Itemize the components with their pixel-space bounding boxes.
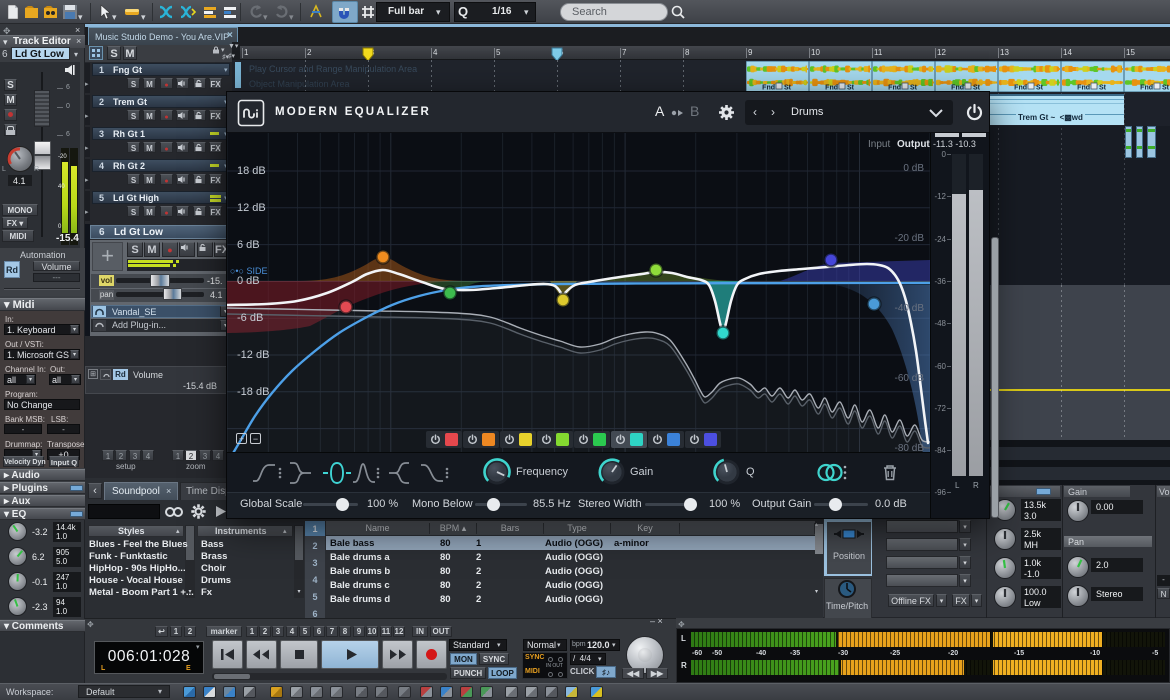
svg-text:St: St	[1036, 85, 1044, 92]
svg-text:St: St	[1162, 85, 1170, 92]
svg-text:Fnd: Fnd	[762, 85, 775, 92]
svg-text:Fnd: Fnd	[951, 85, 964, 92]
svg-text:Fnd: Fnd	[825, 85, 838, 92]
svg-text:St: St	[847, 85, 855, 92]
svg-text:St: St	[910, 85, 918, 92]
svg-text:St: St	[1099, 85, 1107, 92]
svg-text:St: St	[973, 85, 981, 92]
svg-text:Fnd: Fnd	[1140, 85, 1153, 92]
svg-text:Fnd: Fnd	[1077, 85, 1090, 92]
svg-text:Fnd: Fnd	[888, 85, 901, 92]
svg-text:St: St	[784, 85, 792, 92]
svg-text:Fnd: Fnd	[1014, 85, 1027, 92]
